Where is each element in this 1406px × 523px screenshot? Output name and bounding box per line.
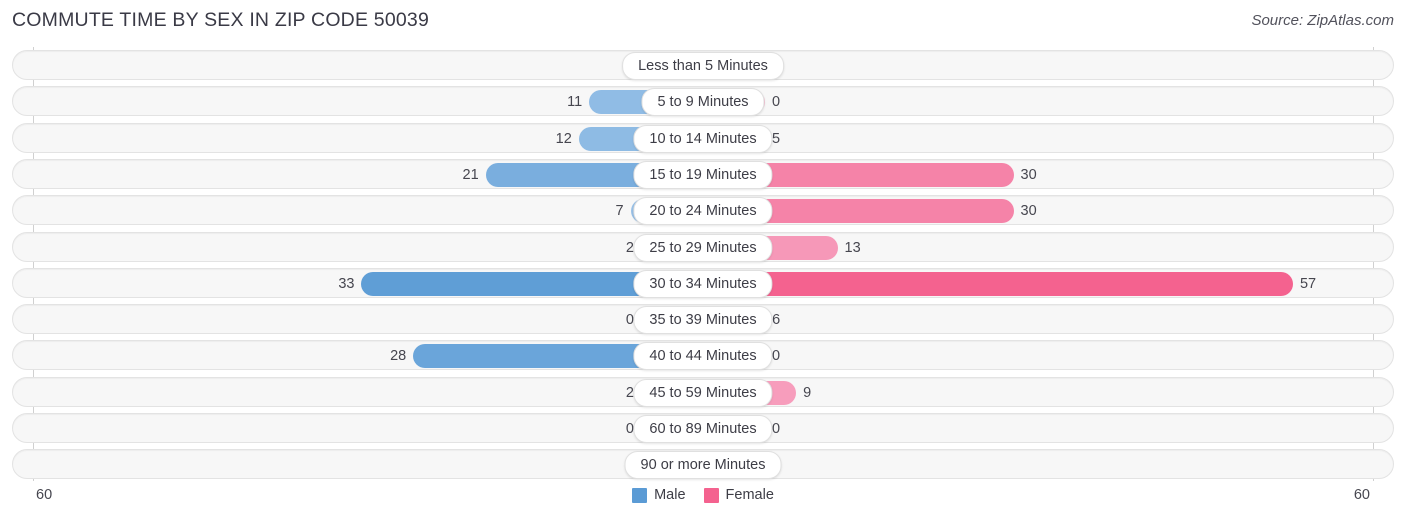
male-value-label: 12	[555, 130, 572, 147]
bar-row: 2 9 45 to 59 Minutes	[12, 376, 1394, 407]
category-label-pill: 15 to 19 Minutes	[633, 160, 773, 189]
female-value-label: 5	[772, 130, 781, 147]
female-value-label: 6	[772, 312, 781, 329]
category-label-pill: 20 to 24 Minutes	[633, 197, 773, 226]
bar-row: 0 0 60 to 89 Minutes	[12, 413, 1394, 443]
category-label-pill: 10 to 14 Minutes	[633, 124, 773, 153]
bar-row: 21 30 15 to 19 Minutes	[12, 158, 1394, 189]
bar-row: 28 0 40 to 44 Minutes	[12, 340, 1394, 371]
chart-legend: Male Female	[0, 487, 1406, 503]
category-label-pill: 45 to 59 Minutes	[633, 378, 773, 407]
female-bar	[703, 271, 1293, 296]
chart-plot-area: 20Less than 5 Minutes 11 0 5 to 9 Minutes 12…	[0, 47, 1406, 481]
bar-row: 12 5 10 to 14 Minutes	[12, 122, 1394, 153]
bar-row: 20Less than 5 Minutes	[12, 50, 1394, 80]
bar-row: 7 30 20 to 24 Minutes	[12, 195, 1394, 226]
category-label-pill: 60 to 89 Minutes	[633, 415, 773, 443]
female-value-label: 9	[803, 384, 812, 401]
bar-row: 11 0 5 to 9 Minutes	[12, 86, 1394, 117]
category-label-pill: 25 to 29 Minutes	[633, 233, 773, 262]
legend-item[interactable]: Male	[632, 487, 686, 503]
female-value-label: 0	[772, 421, 781, 437]
male-value-label: 28	[390, 348, 407, 365]
category-label-pill: 90 or more Minutes	[624, 451, 782, 480]
legend-label: Male	[654, 487, 686, 503]
male-swatch	[632, 487, 648, 503]
chart-header: COMMUTE TIME BY SEX IN ZIP CODE 50039 So…	[0, 0, 1406, 44]
female-value-label: 0	[772, 348, 781, 365]
category-label-pill: 5 to 9 Minutes	[641, 88, 765, 117]
bar-row: 0 6 35 to 39 Minutes	[12, 304, 1394, 335]
bar-row: 0090 or more Minutes	[12, 449, 1394, 480]
page-title: COMMUTE TIME BY SEX IN ZIP CODE 50039	[12, 9, 430, 31]
female-value-label: 30	[1020, 166, 1037, 183]
male-value-label: 33	[338, 275, 355, 292]
male-value-label: 11	[567, 94, 583, 111]
legend-label: Female	[725, 487, 774, 503]
female-value-label: 13	[844, 239, 861, 256]
category-label-pill: 40 to 44 Minutes	[633, 342, 773, 371]
category-label-pill: 30 to 34 Minutes	[633, 269, 773, 298]
source-attribution: Source: ZipAtlas.com	[1251, 12, 1394, 29]
category-label-pill: 35 to 39 Minutes	[633, 306, 773, 335]
male-value-label: 7	[615, 203, 624, 220]
bar-row: 33 57 30 to 34 Minutes	[12, 267, 1394, 298]
female-value-label: 0	[772, 94, 781, 111]
legend-item[interactable]: Female	[703, 487, 774, 503]
male-value-label: 21	[462, 166, 479, 183]
bar-row: 2 13 25 to 29 Minutes	[12, 231, 1394, 262]
chart-footer: 60 60 Male Female	[0, 483, 1406, 523]
female-swatch	[703, 487, 719, 503]
category-label-pill: Less than 5 Minutes	[622, 52, 784, 80]
female-value-label: 30	[1020, 203, 1037, 220]
female-value-label: 57	[1299, 275, 1317, 292]
